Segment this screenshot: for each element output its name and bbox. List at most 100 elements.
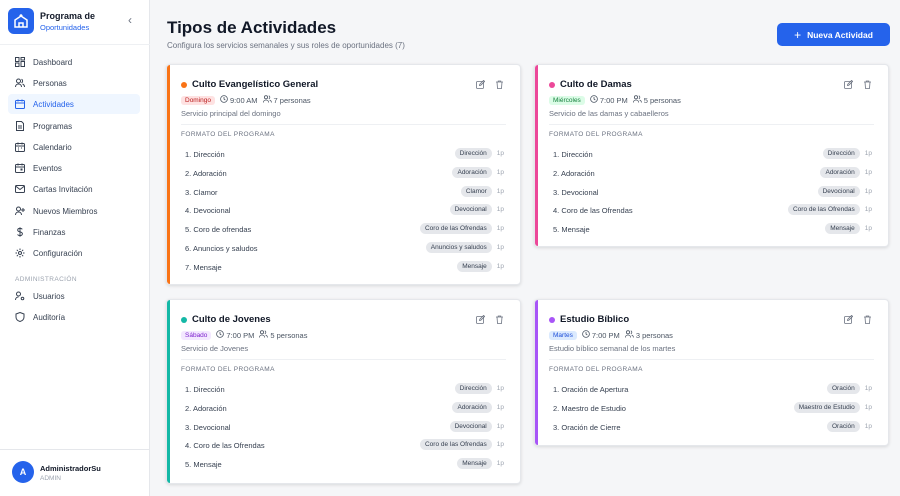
role-badge: Adoración (820, 166, 860, 178)
card-title: Culto de Jovenes (192, 314, 271, 325)
card-description: Servicio principal del domingo (181, 109, 281, 118)
program-item: 3. Oración de Cierre Oración 1p (553, 420, 872, 434)
card-accent-bar (535, 300, 538, 445)
people-count: 1p (864, 150, 872, 157)
document-icon (15, 121, 25, 131)
sidebar-item-calendario[interactable]: Calendario (8, 137, 140, 157)
sidebar-item-configuracion[interactable]: Configuración (8, 243, 140, 263)
people-count: 1p (496, 262, 504, 270)
divider (181, 359, 506, 360)
program-item: 5. Mensaje Mensaje 1p (185, 457, 504, 471)
role-badge: Oración (827, 383, 860, 394)
format-label: FORMATO DEL PROGRAMA (549, 131, 643, 138)
avatar: A (12, 461, 34, 483)
sidebar-item-label: Auditoría (33, 312, 66, 322)
day-badge: Martes (549, 330, 577, 340)
people-count: 1p (496, 150, 504, 157)
format-label: FORMATO DEL PROGRAMA (181, 366, 275, 373)
role-badge: Mensaje (457, 458, 492, 470)
program-item-name: 7. Mensaje (185, 262, 222, 272)
brand[interactable]: Programa de Oportunidades (8, 8, 142, 38)
card-title: Culto de Damas (560, 79, 632, 90)
trash-icon[interactable] (495, 315, 504, 324)
dollar-icon (15, 227, 25, 237)
trash-icon[interactable] (495, 80, 504, 89)
chevron-left-icon[interactable]: ‹ (124, 14, 136, 26)
page-title: Tipos de Actividades (167, 18, 337, 37)
people-count: 1p (864, 403, 872, 411)
people-icon (262, 95, 272, 105)
program-item: 1. Dirección Dirección 1p (553, 147, 872, 161)
program-item: 4. Devocional Devocional 1p (185, 203, 504, 217)
activity-time: 9:00 AM (230, 95, 258, 105)
program-item-name: 5. Mensaje (553, 225, 590, 235)
program-item-name: 5. Coro de ofrendas (185, 225, 252, 235)
users-icon (15, 78, 25, 88)
people-count: 1p (496, 441, 504, 449)
edit-icon[interactable] (844, 80, 853, 89)
program-item: 1. Dirección Dirección 1p (185, 382, 504, 396)
sidebar-item-nuevos-miembros[interactable]: Nuevos Miembros (8, 201, 140, 221)
day-badge: Domingo (181, 95, 216, 105)
card-description: Servicio de Jovenes (181, 344, 249, 353)
activity-card: Culto Evangelístico General Domingo 9:00… (166, 64, 521, 285)
card-description: Servicio de las damas y cabaelleros (549, 109, 669, 118)
new-activity-button[interactable]: + Nueva Actividad (777, 23, 890, 46)
program-item: 1. Oración de Apertura Oración 1p (553, 382, 872, 396)
activity-time: 7:00 PM (591, 330, 620, 340)
role-badge: Coro de las Ofrendas (419, 223, 492, 235)
role-badge: Devocional (449, 204, 492, 216)
card-accent-bar (167, 65, 170, 284)
activity-people: 5 personas (270, 330, 308, 340)
clock-icon (216, 330, 225, 340)
color-dot (549, 317, 555, 323)
sidebar-item-programas[interactable]: Programas (8, 116, 140, 136)
sidebar-item-label: Personas (33, 78, 67, 88)
dashboard-icon (15, 57, 25, 67)
people-count: 1p (496, 385, 504, 392)
sidebar-item-actividades[interactable]: Actividades (8, 94, 140, 114)
sidebar-item-cartas-invitacion[interactable]: Cartas Invitación (8, 179, 140, 199)
sidebar-item-auditoria[interactable]: Auditoría (8, 307, 140, 327)
program-item-name: 1. Dirección (553, 150, 593, 159)
program-item-name: 4. Coro de las Ofrendas (185, 441, 265, 451)
format-label: FORMATO DEL PROGRAMA (181, 131, 275, 138)
program-item: 2. Maestro de Estudio Maestro de Estudio… (553, 401, 872, 415)
user-name: AdministradorSu (40, 464, 101, 473)
sidebar-item-label: Dashboard (33, 57, 73, 67)
sidebar-item-label: Configuración (33, 248, 83, 258)
sidebar-item-eventos[interactable]: Eventos (8, 158, 140, 178)
day-badge: Miércoles (549, 95, 585, 105)
role-badge: Devocional (817, 185, 860, 197)
trash-icon[interactable] (863, 80, 872, 89)
program-item-name: 1. Dirección (185, 150, 225, 159)
sidebar-item-label: Eventos (33, 163, 62, 173)
edit-icon[interactable] (476, 315, 485, 324)
role-badge: Anuncios y saludos (425, 242, 492, 253)
program-item: 4. Coro de las Ofrendas Coro de las Ofre… (553, 203, 872, 217)
role-badge: Dirección (822, 148, 860, 159)
sidebar-item-label: Nuevos Miembros (33, 206, 98, 216)
activity-time: 7:00 PM (226, 330, 255, 340)
divider (549, 359, 874, 360)
edit-icon[interactable] (844, 315, 853, 324)
sidebar-item-finanzas[interactable]: Finanzas (8, 222, 140, 242)
trash-icon[interactable] (863, 315, 872, 324)
user-gear-icon (15, 291, 25, 301)
sidebar-item-dashboard[interactable]: Dashboard (8, 52, 140, 72)
divider (0, 44, 150, 45)
divider (549, 124, 874, 125)
divider (181, 124, 506, 125)
program-item: 6. Anuncios y saludos Anuncios y saludos… (185, 241, 504, 255)
activity-card: Culto de Damas Miércoles 7:00 PM 5 perso… (534, 64, 889, 247)
sidebar-item-personas[interactable]: Personas (8, 73, 140, 93)
program-item: 5. Mensaje Mensaje 1p (553, 222, 872, 236)
color-dot (181, 82, 187, 88)
sidebar: Programa de Oportunidades ‹ Dashboard Pe… (0, 0, 150, 496)
sidebar-item-usuarios[interactable]: Usuarios (8, 286, 140, 306)
people-count: 1p (864, 225, 872, 233)
edit-icon[interactable] (476, 80, 485, 89)
brand-subtitle: Oportunidades (40, 23, 90, 32)
program-item-name: 3. Devocional (553, 187, 599, 197)
page-subtitle: Configura los servicios semanales y sus … (167, 41, 405, 50)
